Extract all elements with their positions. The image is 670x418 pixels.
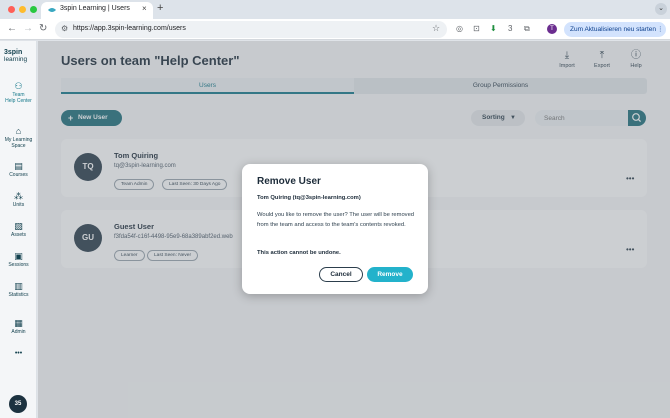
- remove-user-dialog: Remove User Tom Quiring (tq@3spin-learni…: [242, 164, 428, 294]
- screenshot-icon[interactable]: ⊡: [473, 24, 480, 34]
- cancel-button[interactable]: Cancel: [319, 267, 363, 282]
- logo[interactable]: 3spin learning: [4, 49, 27, 63]
- sidebar: 3spin learning ⚇ Team Help Center ⌂ My L…: [0, 41, 37, 418]
- courses-icon: ▤: [14, 161, 23, 171]
- profile-avatar[interactable]: T: [547, 24, 557, 34]
- sidebar-item-assets[interactable]: ▨ Assets: [0, 221, 37, 238]
- sidebar-label: Sessions: [8, 262, 29, 268]
- tab-close-icon[interactable]: ×: [142, 4, 147, 13]
- team-icon: ⚇: [14, 81, 23, 91]
- sidebar-label: Assets: [10, 232, 26, 238]
- translate-icon[interactable]: ◎: [456, 24, 463, 34]
- site-info-icon[interactable]: ⚙: [61, 24, 68, 33]
- download-icon[interactable]: ⬇: [490, 24, 497, 34]
- sidebar-label: Courses: [9, 172, 28, 178]
- sidebar-item-my-learning-space[interactable]: ⌂ My Learning Space: [0, 126, 37, 149]
- browser-tab[interactable]: 3spin Learning | Users ×: [41, 2, 153, 19]
- dialog-warning: This action cannot be undone.: [257, 250, 341, 256]
- address-bar: ← → ↻ ⚙ https://app.3spin-learning.com/u…: [0, 19, 670, 40]
- favicon-icon: [48, 8, 56, 12]
- bookmark-star-icon[interactable]: ☆: [432, 23, 440, 34]
- update-browser-button[interactable]: Zum Aktualisieren neu starten ⋮: [564, 22, 666, 37]
- forward-arrow-icon[interactable]: →: [23, 23, 33, 35]
- sidebar-label: Admin: [11, 329, 26, 335]
- dialog-title: Remove User: [257, 176, 321, 187]
- sidebar-item-admin[interactable]: ▦ Admin: [0, 318, 37, 335]
- sidebar-label: Units: [12, 202, 25, 208]
- units-icon: ⁂: [14, 191, 23, 201]
- back-arrow-icon[interactable]: ←: [7, 23, 17, 35]
- sidebar-label: Help Center: [5, 98, 32, 104]
- sidebar-item-team[interactable]: ⚇ Team Help Center: [0, 81, 37, 104]
- admin-icon: ▦: [14, 318, 23, 328]
- sidebar-item-statistics[interactable]: ▥ Statistics: [0, 281, 37, 298]
- update-button-label: Zum Aktualisieren neu starten: [570, 26, 656, 33]
- assets-icon: ▨: [14, 221, 23, 231]
- browser-tab-bar: 3spin Learning | Users × + ⌄: [0, 0, 670, 19]
- statistics-icon: ▥: [14, 281, 23, 291]
- sidebar-label: Space: [11, 143, 26, 149]
- home-icon: ⌂: [15, 126, 22, 136]
- maximize-window-button[interactable]: [30, 6, 37, 13]
- sidebar-label: Statistics: [8, 292, 29, 298]
- dialog-message: Would you like to remove the user? The u…: [257, 212, 415, 228]
- more-menu-icon[interactable]: •••: [0, 350, 37, 357]
- tab-title: 3spin Learning | Users: [60, 5, 130, 12]
- new-tab-button[interactable]: +: [157, 3, 163, 14]
- reload-icon[interactable]: ↻: [39, 23, 47, 35]
- extensions-puzzle-icon[interactable]: ⧉: [524, 24, 530, 34]
- extension-badge[interactable]: 3: [508, 24, 512, 34]
- user-avatar[interactable]: 35: [9, 395, 27, 413]
- tab-search-button[interactable]: ⌄: [655, 3, 667, 15]
- sidebar-item-sessions[interactable]: ▣ Sessions: [0, 251, 37, 268]
- dialog-user: Tom Quiring (tq@3spin-learning.com): [257, 195, 361, 201]
- remove-button[interactable]: Remove: [367, 267, 413, 282]
- sidebar-item-units[interactable]: ⁂ Units: [0, 191, 37, 208]
- logo-top: 3spin: [4, 49, 23, 56]
- url-text[interactable]: https://app.3spin-learning.com/users: [73, 25, 186, 32]
- sidebar-item-courses[interactable]: ▤ Courses: [0, 161, 37, 178]
- logo-bottom: learning: [4, 56, 28, 63]
- minimize-window-button[interactable]: [19, 6, 26, 13]
- kebab-menu-icon[interactable]: ⋮: [657, 22, 664, 37]
- sessions-icon: ▣: [14, 251, 23, 261]
- close-window-button[interactable]: [8, 6, 15, 13]
- omnibox[interactable]: ⚙ https://app.3spin-learning.com/users ☆: [55, 21, 447, 38]
